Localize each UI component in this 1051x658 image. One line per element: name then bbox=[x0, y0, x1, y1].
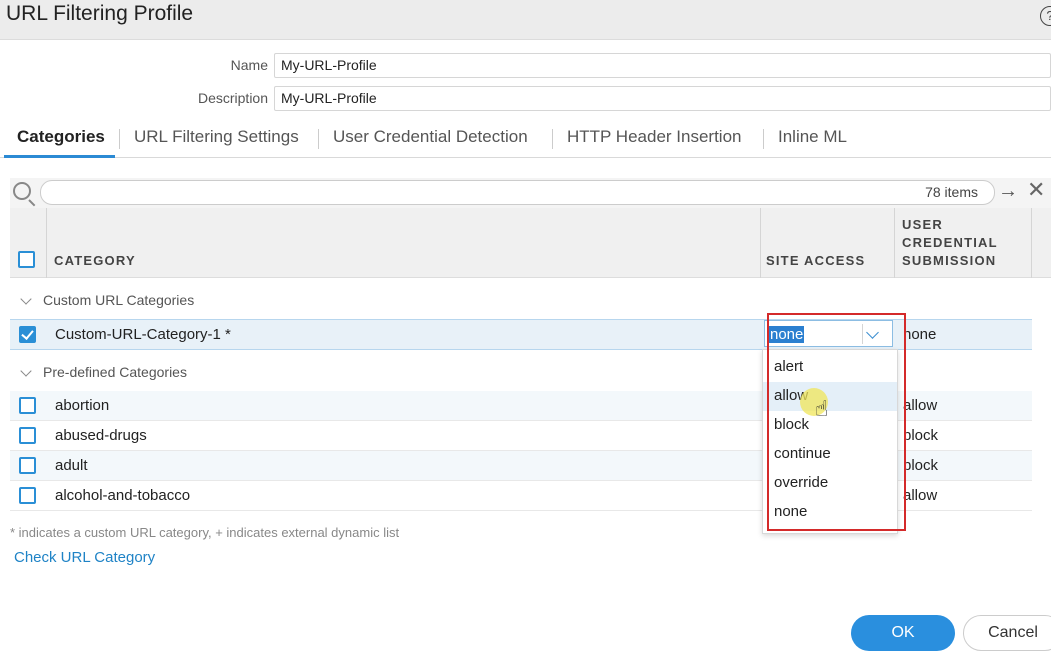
column-divider bbox=[46, 208, 47, 278]
group-label: Pre-defined Categories bbox=[43, 364, 187, 380]
description-label: Description bbox=[197, 90, 268, 106]
column-header-user-credential-line2[interactable]: CREDENTIAL bbox=[902, 234, 998, 252]
dropdown-option-block[interactable]: block bbox=[763, 411, 897, 440]
row-credential: block bbox=[903, 427, 939, 444]
help-icon[interactable]: ? bbox=[1040, 6, 1051, 26]
search-icon[interactable] bbox=[13, 182, 31, 200]
tab-separator bbox=[763, 129, 764, 149]
title-bar: URL Filtering Profile ? bbox=[0, 0, 1051, 40]
site-access-select[interactable]: none bbox=[764, 320, 893, 347]
row-checkbox[interactable] bbox=[19, 397, 36, 414]
column-divider bbox=[1031, 208, 1032, 278]
tab-inline-ml[interactable]: Inline ML bbox=[778, 127, 847, 147]
arrow-right-icon[interactable]: → bbox=[998, 181, 1018, 201]
select-all-checkbox[interactable] bbox=[18, 251, 35, 268]
dropdown-option-alert[interactable]: alert bbox=[763, 353, 897, 382]
row-credential: allow bbox=[903, 397, 938, 414]
check-url-category-link[interactable]: Check URL Category bbox=[14, 549, 155, 566]
items-count: 78 items bbox=[925, 184, 978, 200]
row-checkbox[interactable] bbox=[19, 427, 36, 444]
row-checkbox[interactable] bbox=[19, 487, 36, 504]
column-header-user-credential-line3[interactable]: SUBMISSION bbox=[902, 252, 996, 270]
tab-categories[interactable]: Categories bbox=[17, 127, 105, 147]
tab-user-credential-detection[interactable]: User Credential Detection bbox=[333, 127, 528, 147]
tab-separator bbox=[318, 129, 319, 149]
group-label: Custom URL Categories bbox=[43, 292, 195, 308]
column-divider bbox=[894, 208, 895, 278]
column-divider bbox=[760, 208, 761, 278]
ok-button[interactable]: OK bbox=[851, 615, 955, 651]
chevron-down-icon[interactable] bbox=[20, 293, 32, 305]
row-checkbox[interactable] bbox=[19, 326, 36, 343]
table-header: CATEGORY SITE ACCESS USER CREDENTIAL SUB… bbox=[10, 208, 1051, 278]
chevron-down-icon[interactable] bbox=[20, 365, 32, 377]
column-header-site-access[interactable]: SITE ACCESS bbox=[766, 252, 865, 270]
name-field[interactable]: My-URL-Profile bbox=[274, 53, 1051, 78]
dropdown-option-allow[interactable]: allow bbox=[763, 382, 897, 411]
hand-cursor-icon: ☝ bbox=[815, 396, 829, 421]
active-tab-indicator bbox=[4, 155, 115, 158]
tab-url-filtering-settings[interactable]: URL Filtering Settings bbox=[134, 127, 299, 147]
tab-bar: Categories URL Filtering Settings User C… bbox=[0, 120, 1051, 158]
dropdown-option-override[interactable]: override bbox=[763, 469, 897, 498]
group-row-custom[interactable]: Custom URL Categories bbox=[10, 285, 1051, 317]
row-credential: allow bbox=[903, 487, 938, 504]
row-category: Custom-URL-Category-1 * bbox=[55, 326, 231, 343]
site-access-selected-value: none bbox=[769, 326, 805, 343]
column-header-user-credential-line1[interactable]: USER bbox=[902, 216, 943, 234]
description-field[interactable]: My-URL-Profile bbox=[274, 86, 1051, 111]
row-checkbox[interactable] bbox=[19, 457, 36, 474]
row-category: abused-drugs bbox=[55, 427, 147, 444]
tab-separator bbox=[119, 129, 120, 149]
close-icon[interactable]: ✕ bbox=[1027, 179, 1045, 201]
row-category: adult bbox=[55, 457, 88, 474]
dialog-title: URL Filtering Profile bbox=[6, 2, 194, 25]
tab-separator bbox=[552, 129, 553, 149]
cancel-button[interactable]: Cancel bbox=[963, 615, 1051, 651]
row-credential: block bbox=[903, 457, 939, 474]
chevron-down-icon[interactable] bbox=[866, 326, 879, 339]
name-label: Name bbox=[230, 57, 268, 73]
site-access-dropdown: alert allow block continue override none bbox=[762, 349, 898, 534]
row-category: abortion bbox=[55, 397, 110, 414]
dropdown-option-none[interactable]: none bbox=[763, 498, 897, 527]
footnote: * indicates a custom URL category, + ind… bbox=[10, 525, 400, 540]
column-header-category[interactable]: CATEGORY bbox=[54, 252, 136, 270]
row-category: alcohol-and-tobacco bbox=[55, 487, 191, 504]
search-bar: 78 items → ✕ bbox=[10, 178, 1051, 208]
dropdown-option-continue[interactable]: continue bbox=[763, 440, 897, 469]
select-divider bbox=[862, 324, 863, 344]
row-credential: none bbox=[903, 326, 937, 343]
tab-http-header-insertion[interactable]: HTTP Header Insertion bbox=[567, 127, 741, 147]
url-filtering-profile-dialog: URL Filtering Profile ? Name My-URL-Prof… bbox=[0, 0, 1051, 658]
search-input[interactable]: 78 items bbox=[40, 180, 995, 205]
